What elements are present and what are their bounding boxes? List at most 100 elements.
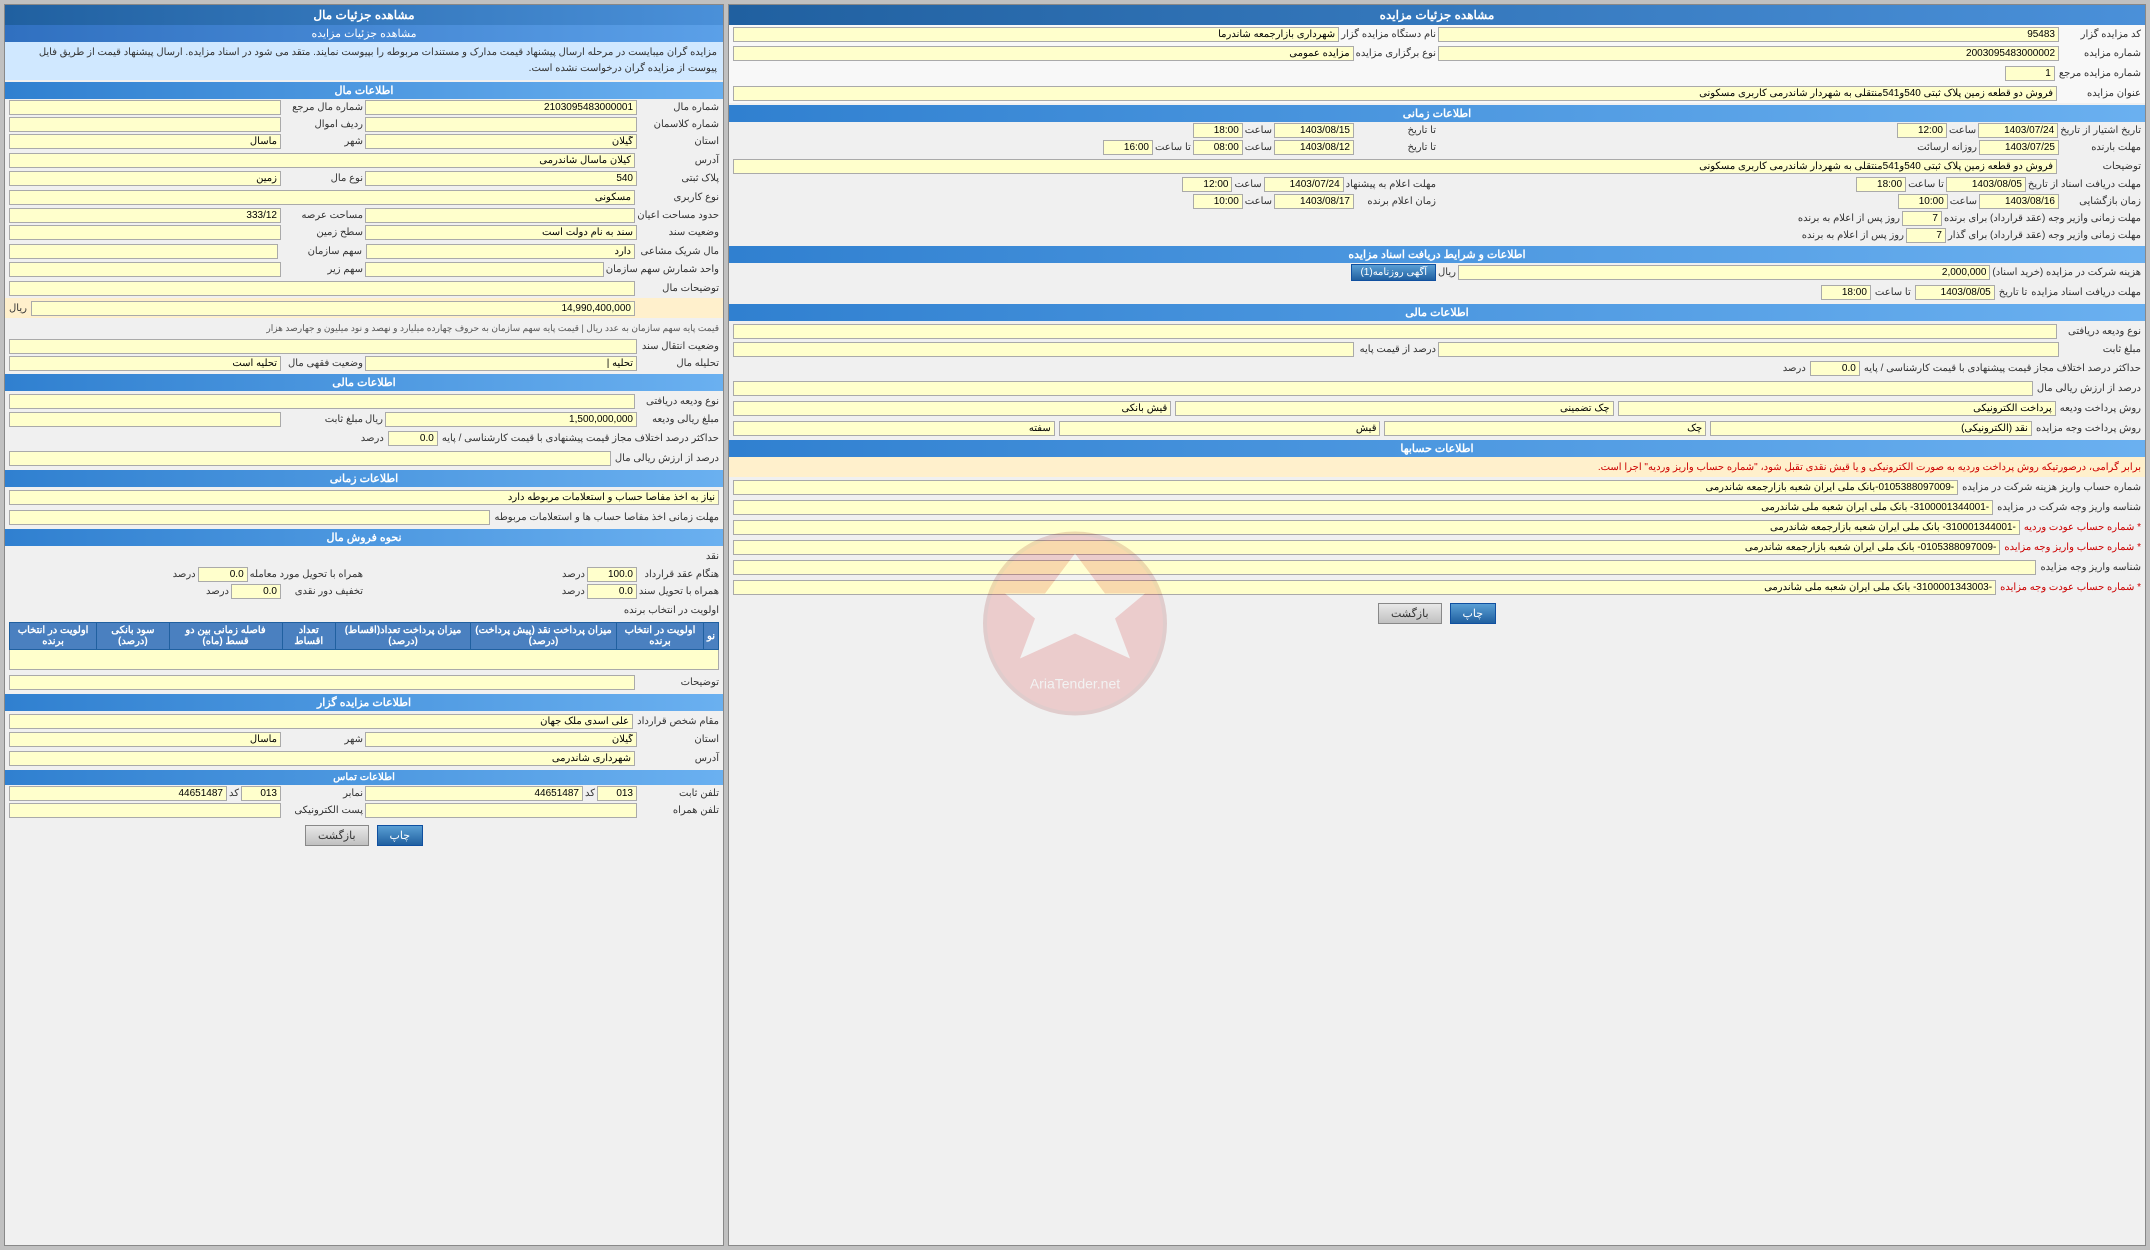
sahm-zir-input[interactable] xyxy=(9,262,281,277)
code-mozayede-input xyxy=(1438,27,2059,42)
radif-amval-input[interactable] xyxy=(9,117,281,132)
hengam-label: هنگام عقد قرارداد xyxy=(639,569,719,580)
nav-karbari-label: نوع کاربری xyxy=(639,192,719,203)
plak-input[interactable] xyxy=(365,171,637,186)
shomare-mal-marja-input[interactable] xyxy=(9,100,281,115)
shomare-sahm-sarman-input[interactable] xyxy=(365,262,604,277)
vaziat-entqal-input[interactable] xyxy=(9,339,637,354)
col-no: نو xyxy=(704,623,719,650)
darsad-riali-right-input xyxy=(733,381,2033,396)
masahat-input[interactable] xyxy=(9,208,281,223)
kd-sabt-input[interactable] xyxy=(597,786,637,801)
shomare-klassman-input[interactable] xyxy=(365,117,637,132)
darsad-ekhtlaf-label: حداکثر درصد اختلاف مجاز قیمت پیشنهادی با… xyxy=(1864,363,2141,374)
qish-input xyxy=(1059,421,1381,436)
nav-mal-input[interactable] xyxy=(9,171,281,186)
hodood-label: حدود مساحت اعیان xyxy=(637,210,719,221)
left-chap-button[interactable]: چاپ xyxy=(377,825,424,846)
tazvihat-mal-label: توضیحات مال xyxy=(639,283,719,294)
takhfif-label: تخفیف دور نقدی xyxy=(283,586,363,597)
hamrah-input[interactable] xyxy=(198,567,248,582)
shomare-mal-input[interactable] xyxy=(365,100,637,115)
post-input[interactable] xyxy=(9,803,281,818)
nav-bargozari-input xyxy=(733,46,1354,61)
shomare-mal-label: شماره مال xyxy=(639,102,719,113)
ostan-mozayede-input[interactable] xyxy=(365,732,637,747)
left-bazgasht-button[interactable]: بازگشت xyxy=(305,825,369,846)
mohlat-daryaft-label: مهلت دریافت اسناد مزایده xyxy=(2031,287,2141,298)
darsad-qimat-input xyxy=(733,342,1354,357)
right-btn-row: چاپ بازگشت xyxy=(729,599,2145,628)
left-btn-row: چاپ بازگشت xyxy=(5,821,723,850)
shahr-mozayede-input[interactable] xyxy=(9,732,281,747)
right-chap-button[interactable]: چاپ xyxy=(1450,603,1497,624)
tazvihat-forosh-input[interactable] xyxy=(9,675,635,690)
telefon-sabt-input[interactable] xyxy=(365,786,583,801)
address-label: آدرس xyxy=(639,155,719,166)
tahlile-input[interactable] xyxy=(365,356,637,371)
qimat-paye-input[interactable] xyxy=(31,301,635,316)
tamas-title: اطلاعات تماس xyxy=(5,770,723,785)
nav-varide-input[interactable] xyxy=(9,394,635,409)
safte-input xyxy=(733,421,1055,436)
moqam-input[interactable] xyxy=(9,714,633,729)
mal-sharik-label: مال شریک مشاعی xyxy=(639,246,719,257)
zaman-bargozari-label: زمان اعلام برنده xyxy=(1356,196,1436,207)
onvan-input xyxy=(733,86,2057,101)
right-panel-header: مشاهده جزئیات مزایده xyxy=(729,5,2145,25)
mohlat-zamanei-aqd-input xyxy=(1902,211,1942,226)
nav-varide-label: نوع ودیعه دریافتی xyxy=(639,396,719,407)
darsad-input[interactable] xyxy=(388,431,438,446)
saaat-payan-input xyxy=(1193,123,1243,138)
vaziat-feqhi-input[interactable] xyxy=(9,356,281,371)
hazine-label: هزینه شرکت در مزایده (خرید اسناد) xyxy=(1992,267,2141,278)
kd-namabr-input[interactable] xyxy=(241,786,281,801)
plak-label: پلاک ثبتی xyxy=(639,173,719,184)
shahr-input[interactable] xyxy=(9,134,281,149)
mali-title: اطلاعات مالی xyxy=(5,374,723,391)
telefon-hamrah-input[interactable] xyxy=(365,803,637,818)
hesabha-title: اطلاعات حسابها xyxy=(729,440,2145,457)
takhfif-input[interactable] xyxy=(231,584,281,599)
sahm-zir-label: سهم زیر xyxy=(283,264,363,275)
vaziat-sanad-input[interactable] xyxy=(365,225,637,240)
mohlat-input[interactable] xyxy=(9,510,490,525)
avvalviat-label: اولویت در انتخاب برنده xyxy=(624,605,719,616)
chek-tazmin-input xyxy=(1175,401,1613,416)
mohlat-zamanei-gharar-label: مهلت زمانی وازیر وجه (عقد قرارداد) برای … xyxy=(1948,230,2141,241)
zamani-title: اطلاعات زمانی xyxy=(5,470,723,487)
ostan-input[interactable] xyxy=(365,134,637,149)
darsad-riali-right-label: درصد از ارزش ریالی مال xyxy=(2037,383,2141,394)
darsad-label: حداکثر درصد اختلاف مجاز قیمت پیشنهادی با… xyxy=(442,433,719,444)
onvan-label: عنوان مزایده xyxy=(2061,88,2141,99)
saaat-pishnahad-input xyxy=(1898,194,1948,209)
mablagh-sabt-label: مبلغ ثابت xyxy=(283,414,363,425)
mal-sharik-input[interactable] xyxy=(366,244,635,259)
mablagh-sabt-right-label: مبلغ ثابت xyxy=(2061,344,2141,355)
mohlat-label: مهلت زمانی اخذ مفاصا حساب ها و استعلامات… xyxy=(494,512,719,523)
right-bazgasht-button[interactable]: بازگشت xyxy=(1378,603,1442,624)
shomare-sahm-input[interactable] xyxy=(9,244,278,259)
tahvil-input[interactable] xyxy=(587,584,637,599)
shomare-mozayede-label: شماره مزایده xyxy=(2061,48,2141,59)
telefon-sabt-label: تلفن ثابت xyxy=(639,788,719,799)
hodood-input[interactable] xyxy=(365,208,635,223)
hengam-unit: درصد xyxy=(562,569,585,580)
mohlat-daryaft-input xyxy=(1915,285,1995,300)
vaziat-feqhi-label: وضعیت فقهی مال xyxy=(283,358,363,369)
nav-karbari-input[interactable] xyxy=(9,190,635,205)
address-mozayede-input[interactable] xyxy=(9,751,635,766)
sath-zamin-input[interactable] xyxy=(9,225,281,240)
hengam-input[interactable] xyxy=(587,567,637,582)
tazvihat-mal-input[interactable] xyxy=(9,281,635,296)
address-input[interactable] xyxy=(9,153,635,168)
tarikh-shoro-label: تاریخ اشتیار از تاریخ xyxy=(2060,125,2141,136)
mohlat-asnad-input xyxy=(1946,177,2026,192)
darsad-riali-input[interactable] xyxy=(9,451,611,466)
mablagh-riali-input[interactable] xyxy=(385,412,637,427)
shomare-hesab4-input xyxy=(733,540,2000,555)
mablagh-sabt-input[interactable] xyxy=(9,412,281,427)
akhi-btn[interactable]: آگهی روزنامه(1) xyxy=(1351,264,1436,281)
namabr-input[interactable] xyxy=(9,786,227,801)
tahvil-unit: درصد xyxy=(562,586,585,597)
